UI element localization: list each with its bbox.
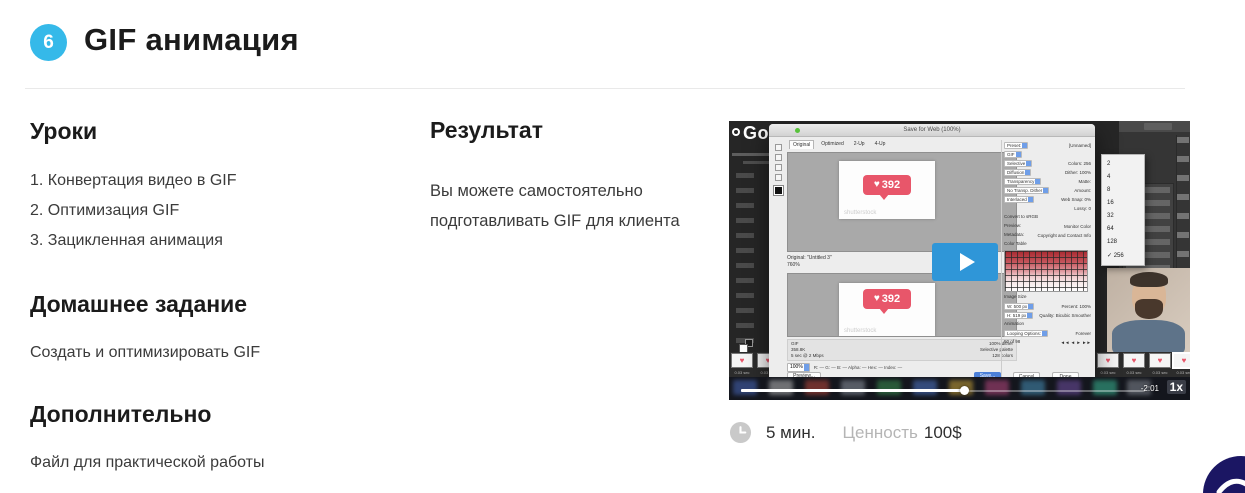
header-divider bbox=[25, 88, 1185, 89]
dialog-tabs: Original Optimized 2-Up 4-Up bbox=[789, 140, 888, 149]
heart-icon: ♥ bbox=[874, 180, 880, 190]
gif-settings-panel: Preset:[Unnamed] GIF SelectiveColors: 25… bbox=[1001, 140, 1093, 380]
lesson-item: 3. Зацикленная анимация bbox=[30, 226, 237, 256]
time-remaining: -2:01 bbox=[1141, 384, 1159, 393]
heart-icon: ♥ bbox=[1158, 357, 1163, 365]
watermark-text: shutterstock bbox=[844, 210, 876, 216]
eyedropper-color-swatch bbox=[774, 186, 783, 195]
playback-speed[interactable]: 1x bbox=[1167, 380, 1186, 394]
zoom-level-select: 100% bbox=[787, 363, 810, 372]
webcam-presenter bbox=[1107, 268, 1190, 352]
likes-badge: ♥ 392 bbox=[863, 175, 911, 195]
tab-optimized: Optimized bbox=[818, 140, 847, 149]
lessons-heading: Уроки bbox=[30, 118, 97, 145]
value-amount: 100$ bbox=[924, 423, 962, 443]
presenter-beard bbox=[1135, 299, 1163, 319]
clock-icon bbox=[729, 421, 752, 444]
play-button[interactable] bbox=[932, 243, 998, 281]
optimize-info-bar: GIF 358.8K 5 sec @ 2 Mbps 100% dither Se… bbox=[787, 339, 1017, 361]
lesson-video-thumbnail[interactable]: Goog ♥ 0.03 sec ♥ 0.03 sec ♥ 0.03 sec ♥ … bbox=[729, 121, 1190, 400]
progress-fill bbox=[741, 389, 965, 392]
readout-row: 100% R: — G: — B: — Alpha: — Hex: — Inde… bbox=[787, 363, 1017, 372]
likes-badge: ♥ 392 bbox=[863, 289, 911, 309]
color-table-label: Color Table bbox=[1004, 241, 1027, 248]
heart-icon: ♥ bbox=[874, 294, 880, 304]
animation-frame-selected: ♥ 0.03 sec bbox=[1173, 353, 1190, 375]
heart-icon: ♥ bbox=[740, 357, 745, 365]
video-meta-row: 5 мин. Ценность 100$ bbox=[729, 421, 962, 444]
video-player-bar[interactable]: -2:01 1x bbox=[729, 377, 1190, 400]
animation-frame: ♥ 0.03 sec bbox=[1097, 353, 1119, 375]
video-duration: 5 мин. bbox=[766, 423, 815, 443]
heart-icon: ♥ bbox=[1132, 357, 1137, 365]
color-readouts: R: — G: — B: — Alpha: — Hex: — Index: — bbox=[814, 365, 902, 370]
google-logo-icon bbox=[732, 128, 740, 136]
color-table-grid bbox=[1004, 250, 1088, 292]
original-info: Original: "Untitled 3" 760% bbox=[787, 255, 832, 269]
module-number-badge: 6 bbox=[30, 24, 67, 61]
module-title: GIF анимация bbox=[84, 22, 299, 58]
extra-text: Файл для практической работы bbox=[30, 454, 265, 472]
extra-heading: Дополнительно bbox=[30, 401, 211, 428]
value-label: Ценность bbox=[842, 423, 917, 443]
lesson-item: 2. Оптимизация GIF bbox=[30, 196, 237, 226]
dialog-titlebar: Save for Web (100%) bbox=[769, 124, 1095, 137]
result-heading: Результат bbox=[430, 117, 543, 144]
heart-icon: ♥ bbox=[1106, 357, 1111, 365]
homework-heading: Домашнее задание bbox=[30, 291, 247, 318]
workspace-bar bbox=[1119, 121, 1190, 132]
tab-2up: 2-Up bbox=[851, 140, 868, 149]
lesson-list: 1. Конвертация видео в GIF 2. Оптимизаци… bbox=[30, 166, 237, 256]
tab-original: Original bbox=[789, 140, 814, 149]
macos-green-dot bbox=[795, 128, 800, 133]
eyedropper-tool-icon bbox=[775, 174, 782, 181]
course-module-section: 6 GIF анимация Уроки 1. Конвертация виде… bbox=[0, 0, 1245, 493]
dialog-title: Save for Web (100%) bbox=[769, 124, 1095, 137]
animation-frame: ♥ 0.03 sec bbox=[1149, 353, 1171, 375]
ps-menu-texture bbox=[743, 161, 771, 164]
gif-preview-card: ♥ 392 shutterstock bbox=[839, 283, 935, 337]
play-icon bbox=[960, 253, 975, 271]
preview-pane-original: ♥ 392 shutterstock bbox=[787, 152, 1017, 252]
photoshop-toolbar bbox=[736, 173, 754, 343]
result-text: Вы можете самостоятельно подготавливать … bbox=[430, 176, 688, 236]
chat-widget-logo-icon bbox=[1203, 456, 1245, 493]
animation-frame: ♥ 0.03 sec bbox=[731, 353, 753, 375]
preview-pane-optimized: ♥ 392 shutterstock bbox=[787, 273, 1017, 337]
chat-widget-button[interactable] bbox=[1203, 456, 1245, 493]
watermark-text: shutterstock bbox=[844, 328, 876, 334]
presenter-hair bbox=[1130, 272, 1168, 287]
heart-icon: ♥ bbox=[1182, 357, 1187, 365]
slice-tool-icon bbox=[775, 154, 782, 161]
homework-text: Создать и оптимизировать GIF bbox=[30, 344, 260, 362]
workspace-button bbox=[1144, 123, 1172, 130]
animation-frame: ♥ 0.03 sec bbox=[1123, 353, 1145, 375]
gif-preview-card: ♥ 392 shutterstock bbox=[839, 161, 935, 219]
selected-colors-option: 256 bbox=[1107, 252, 1139, 259]
dialog-toolstrip bbox=[772, 144, 784, 195]
hand-tool-icon bbox=[775, 144, 782, 151]
tab-4up: 4-Up bbox=[872, 140, 889, 149]
lesson-item: 1. Конвертация видео в GIF bbox=[30, 166, 237, 196]
presenter-shoulders bbox=[1112, 320, 1185, 352]
zoom-tool-icon bbox=[775, 164, 782, 171]
progress-knob[interactable] bbox=[960, 386, 969, 395]
colors-dropdown-list: 2 4 8 16 32 64 128 256 bbox=[1101, 154, 1145, 266]
